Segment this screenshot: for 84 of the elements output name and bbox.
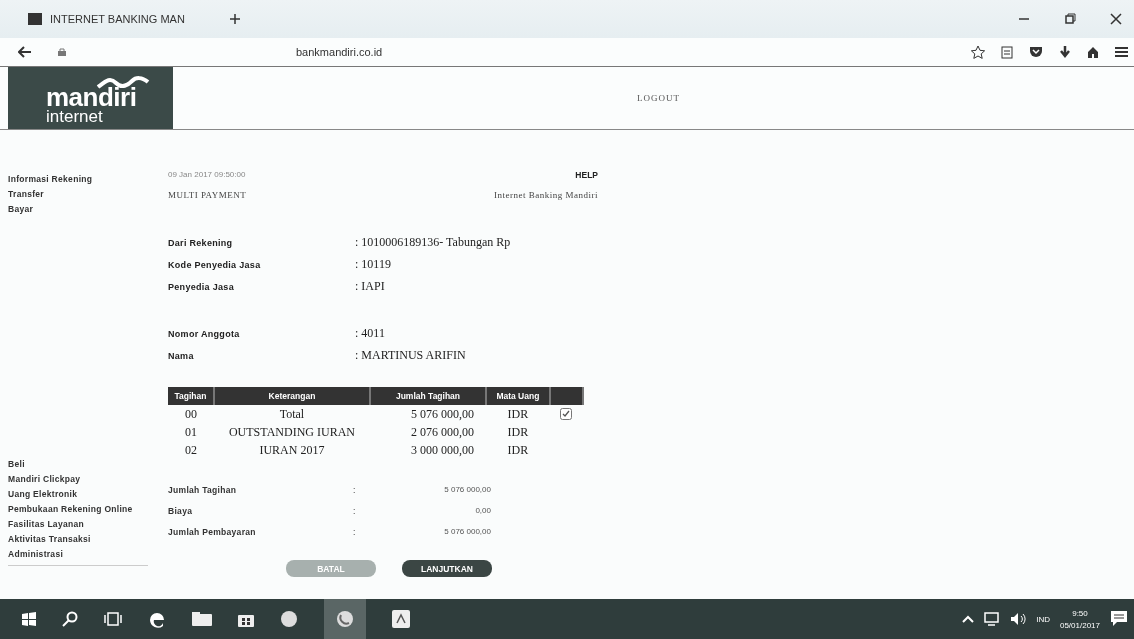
logo-text: mandiri — [46, 85, 138, 109]
help-link[interactable]: HELP — [575, 170, 598, 180]
timestamp: 09 Jan 2017 09:50:00 — [168, 170, 246, 180]
summary-label: Biaya — [168, 506, 194, 516]
table-cell-text: OUTSTANDING IURAN — [227, 423, 356, 441]
sidebar-item[interactable]: Transfer — [8, 189, 158, 199]
field-value: : 4011 — [355, 326, 385, 341]
field-value: : 1010006189136- Tabungan Rp — [355, 235, 511, 250]
close-icon[interactable] — [1110, 13, 1122, 25]
table-cell-text: 02 — [183, 441, 198, 459]
summary-value: 5 076 000,00 — [443, 485, 491, 495]
sidebar-item[interactable]: Bayar — [8, 204, 158, 214]
firefox-icon — [336, 610, 354, 628]
new-tab-icon[interactable] — [228, 13, 241, 25]
field-value: : IAPI — [355, 279, 385, 294]
column-header: Keterangan — [213, 387, 371, 405]
network-icon[interactable] — [984, 612, 1001, 626]
table-cell-text: IURAN 2017 — [258, 441, 326, 459]
logout-link[interactable]: LOGOUT — [637, 93, 680, 103]
colon: : — [353, 506, 357, 516]
logo-subtext: internet — [46, 109, 104, 125]
field-label: Penyedia Jasa — [168, 282, 235, 292]
field-value: : 10119 — [355, 257, 391, 272]
clipboard-icon[interactable] — [1001, 45, 1013, 59]
table-cell: 00 — [168, 405, 214, 423]
favicon-icon — [28, 13, 42, 25]
download-icon[interactable] — [1059, 45, 1071, 59]
summary-label: Jumlah Tagihan — [168, 485, 238, 495]
home-icon[interactable] — [1087, 45, 1099, 59]
sidebar-item[interactable]: Uang Elektronik — [8, 489, 158, 499]
table-cell: 5 076 000,00 — [370, 405, 486, 423]
menu-icon[interactable] — [1115, 46, 1128, 58]
chevron-up-icon[interactable] — [962, 615, 975, 623]
clock-date[interactable]: 05/01/2017 — [1059, 620, 1100, 630]
clock-time[interactable]: 9:50 — [1072, 608, 1088, 618]
browser-tab[interactable]: INTERNET BANKING MAN — [28, 9, 215, 29]
table-cell: Total — [213, 405, 371, 423]
url-text[interactable]: bankmandiri.co.id — [296, 46, 383, 58]
table-cell-text: IDR — [506, 423, 530, 441]
summary-value: 0,00 — [474, 506, 491, 516]
field-value: : MARTINUS ARIFIN — [355, 348, 466, 363]
checkbox-icon[interactable] — [560, 408, 573, 420]
windows-start-icon[interactable] — [22, 612, 36, 626]
search-icon[interactable] — [62, 611, 78, 627]
column-header: Mata Uang — [485, 387, 550, 405]
field-label: Nomor Anggota — [168, 329, 241, 339]
bank-name: Internet Banking Mandiri — [494, 190, 598, 200]
lock-icon — [58, 48, 66, 56]
speaker-icon[interactable] — [1010, 612, 1027, 626]
field-label: Dari Rekening — [168, 238, 234, 248]
sidebar-item[interactable]: Beli — [8, 459, 158, 469]
pocket-icon[interactable] — [1029, 46, 1043, 58]
folder-icon[interactable] — [192, 612, 212, 626]
restore-icon[interactable] — [1064, 13, 1076, 25]
sidebar-item[interactable]: Informasi Rekening — [8, 174, 158, 184]
sidebar-item[interactable]: Fasilitas Layanan — [8, 519, 158, 529]
page-title: MULTI PAYMENT — [168, 190, 247, 200]
colon: : — [353, 485, 357, 495]
language-indicator[interactable]: IND — [1036, 614, 1050, 624]
continue-button[interactable]: LANJUTKAN — [402, 560, 492, 577]
edge-browser-icon[interactable] — [148, 610, 166, 628]
back-arrow-icon[interactable] — [18, 46, 32, 58]
colon: : — [353, 527, 357, 537]
star-icon[interactable] — [971, 45, 985, 59]
table-cell-text: 2 076 000,00 — [409, 423, 475, 441]
notification-icon[interactable] — [1110, 610, 1128, 628]
column-header: Jumlah Tagihan — [370, 387, 486, 405]
app-tile-icon[interactable] — [392, 610, 410, 628]
sidebar-item[interactable]: Mandiri Clickpay — [8, 474, 158, 484]
sidebar-item[interactable]: Administrasi — [8, 549, 158, 559]
summary-label: Jumlah Pembayaran — [168, 527, 257, 537]
sidebar-item[interactable]: Aktivitas Transaksi — [8, 534, 158, 544]
column-header: Tagihan — [168, 387, 214, 405]
globe-icon[interactable] — [280, 610, 298, 628]
field-label: Nama — [168, 351, 195, 361]
sidebar-item[interactable]: Pembukaan Rekening Online — [8, 504, 158, 514]
table-cell: IDR — [485, 405, 550, 423]
field-label: Kode Penyedia Jasa — [168, 260, 262, 270]
table-cell-text: 3 000 000,00 — [409, 441, 475, 459]
table-cell-text: IDR — [506, 441, 530, 459]
summary-value: 5 076 000,00 — [443, 527, 491, 537]
taskbar-button[interactable] — [324, 599, 366, 639]
table-cell-text: 01 — [183, 423, 198, 441]
task-view-icon[interactable] — [104, 612, 122, 626]
